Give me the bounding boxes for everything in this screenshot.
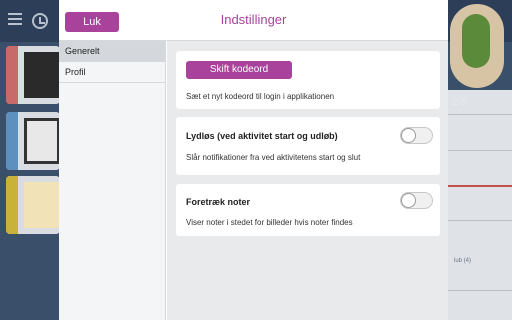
silent-setting-title: Lydløs (ved aktivitet start og udløb) bbox=[186, 131, 338, 141]
toggle-knob bbox=[401, 193, 416, 208]
activity-card bbox=[6, 46, 60, 104]
sidebar-item-general[interactable]: Generelt bbox=[59, 41, 166, 62]
change-code-card: Skift kodeord Sæt et nyt kodeord til log… bbox=[176, 51, 440, 109]
avatar bbox=[450, 4, 504, 88]
settings-sidebar: Generelt Profil bbox=[59, 41, 166, 320]
sidebar-item-profile[interactable]: Profil bbox=[59, 62, 166, 83]
change-password-button[interactable]: Skift kodeord bbox=[186, 61, 292, 79]
prefer-notes-description: Viser noter i stedet for billeder hvis n… bbox=[186, 218, 353, 227]
prefer-notes-title: Foretræk noter bbox=[186, 197, 251, 207]
book-icon bbox=[24, 118, 60, 164]
settings-content: Skift kodeord Sæt et nyt kodeord til log… bbox=[167, 41, 448, 320]
dialog-header: Luk Indstillinger bbox=[59, 0, 448, 41]
activity-card bbox=[6, 176, 60, 234]
background-timeline bbox=[448, 90, 512, 320]
background-label: lub (4) bbox=[454, 258, 472, 264]
silent-toggle[interactable] bbox=[400, 127, 433, 144]
close-button[interactable]: Luk bbox=[65, 12, 119, 32]
activity-counter: 2/6 bbox=[452, 96, 468, 108]
change-password-description: Sæt et nyt kodeord til login i applikati… bbox=[186, 92, 335, 101]
clock-icon bbox=[32, 13, 48, 29]
menu-icon bbox=[8, 13, 22, 25]
prefer-notes-card: Foretræk noter Viser noter i stedet for … bbox=[176, 184, 440, 236]
toothbrush-icon bbox=[24, 182, 60, 228]
silent-setting-description: Slår notifikationer fra ved aktivitetens… bbox=[186, 153, 361, 162]
settings-dialog: Luk Indstillinger Generelt Profil Skift … bbox=[59, 0, 448, 320]
prefer-notes-toggle[interactable] bbox=[400, 192, 433, 209]
activity-picture-icon bbox=[24, 52, 60, 98]
activity-card bbox=[6, 112, 60, 170]
toggle-knob bbox=[401, 128, 416, 143]
silent-setting-card: Lydløs (ved aktivitet start og udløb) Sl… bbox=[176, 117, 440, 175]
